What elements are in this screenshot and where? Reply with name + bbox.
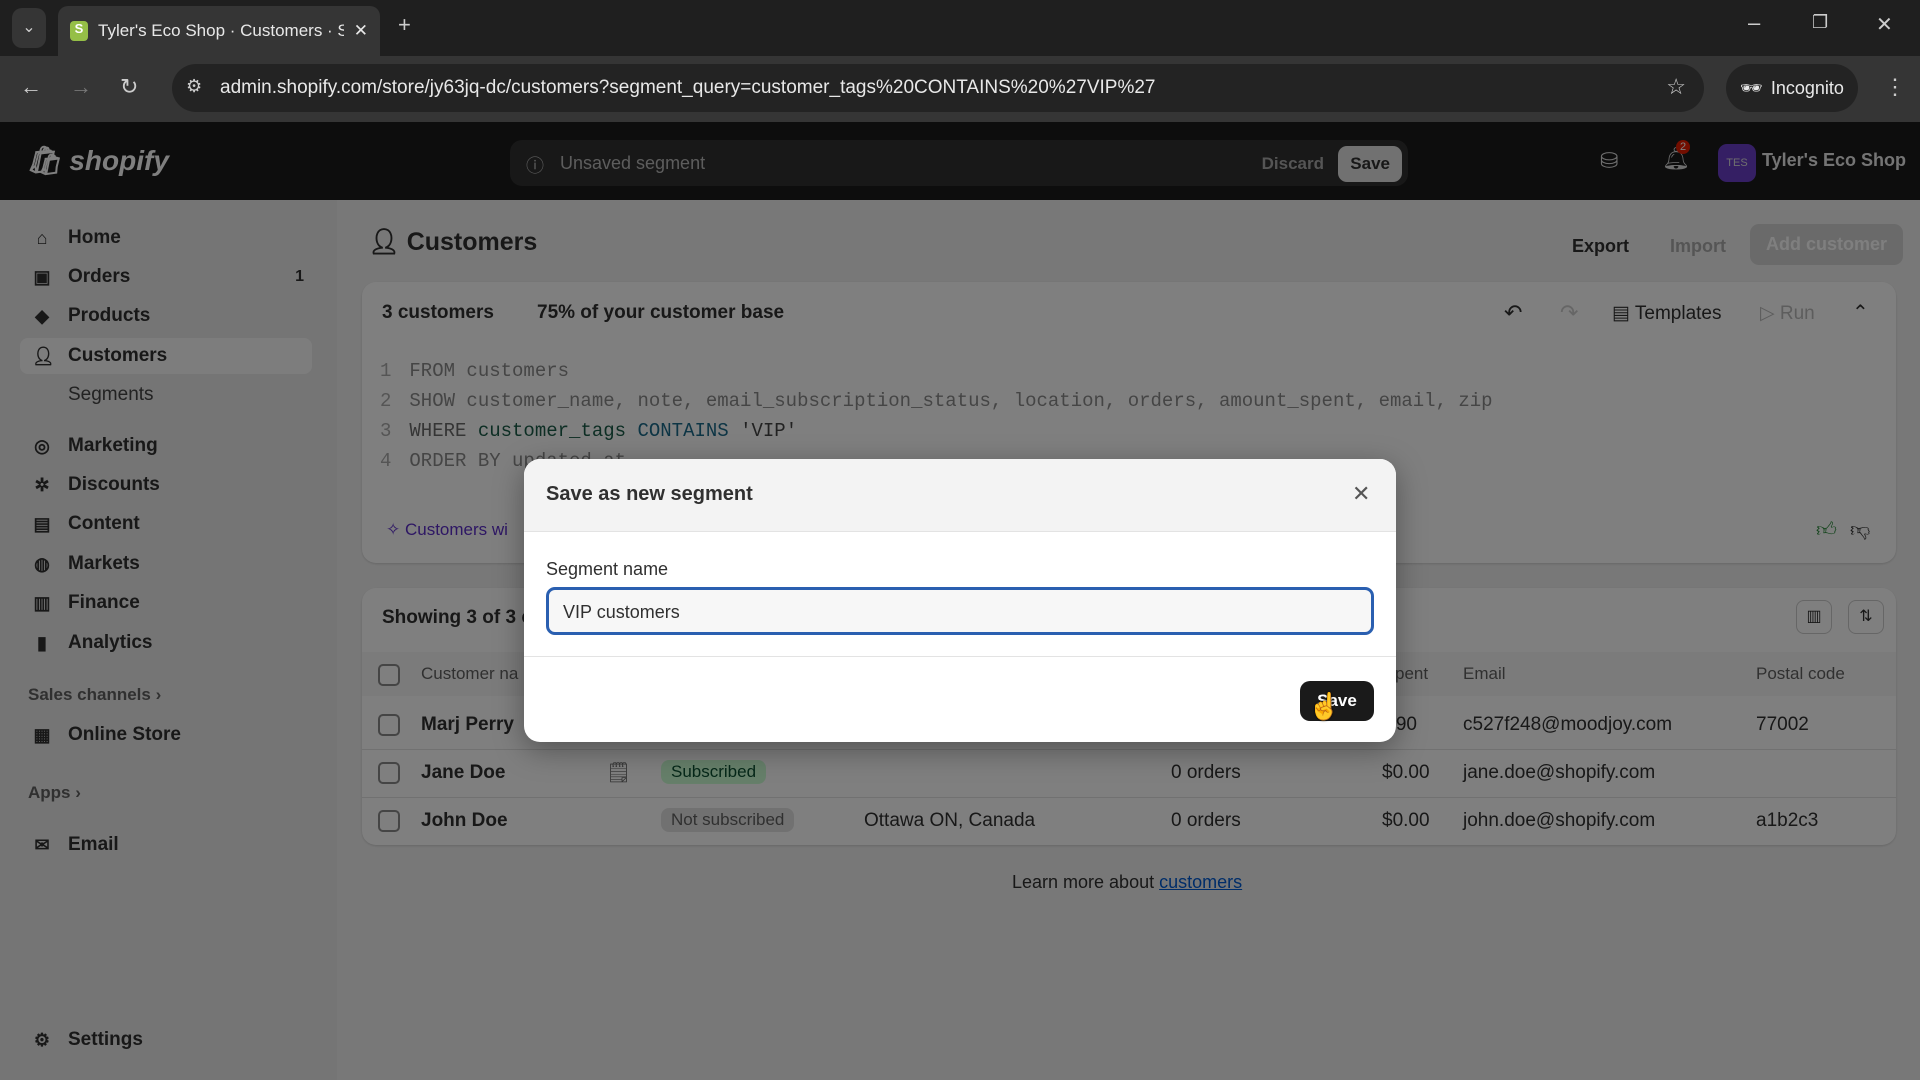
tab-search-button[interactable]: ⌄ bbox=[12, 8, 46, 48]
shopify-favicon-icon: S bbox=[70, 21, 88, 41]
close-icon[interactable]: ✕ bbox=[1352, 481, 1370, 507]
incognito-icon: 🕶 bbox=[1740, 77, 1763, 98]
forward-icon[interactable]: → bbox=[70, 74, 92, 100]
close-window-button[interactable]: ✕ bbox=[1876, 12, 1893, 37]
address-bar-row: ← → ↻ ⚙ admin.shopify.com/store/jy63jq-d… bbox=[0, 56, 1920, 122]
segment-name-input[interactable]: VIP customers bbox=[546, 587, 1374, 635]
tab-title: Tyler's Eco Shop · Customers · S bbox=[98, 21, 344, 40]
url-input[interactable]: ⚙ admin.shopify.com/store/jy63jq-dc/cust… bbox=[172, 64, 1704, 112]
minimize-button[interactable]: – bbox=[1748, 10, 1760, 36]
restore-button[interactable]: ❐ bbox=[1812, 12, 1828, 33]
browser-tab[interactable]: S Tyler's Eco Shop · Customers · S ✕ bbox=[58, 6, 380, 56]
reload-icon[interactable]: ↻ bbox=[120, 74, 138, 100]
site-info-icon[interactable]: ⚙ bbox=[186, 76, 202, 97]
dialog-divider bbox=[524, 656, 1396, 657]
incognito-indicator[interactable]: 🕶 Incognito bbox=[1726, 64, 1858, 112]
browser-menu-icon[interactable]: ⋮ bbox=[1884, 74, 1906, 100]
url-text: admin.shopify.com/store/jy63jq-dc/custom… bbox=[220, 77, 1156, 98]
incognito-label: Incognito bbox=[1770, 77, 1844, 98]
back-icon[interactable]: ← bbox=[20, 74, 42, 100]
new-tab-button[interactable]: + bbox=[398, 12, 411, 38]
dialog-title: Save as new segment bbox=[546, 483, 753, 505]
segment-name-label: Segment name bbox=[546, 559, 669, 579]
save-segment-dialog: Save as new segment ✕ Segment name VIP c… bbox=[524, 459, 1396, 742]
bookmark-star-icon[interactable]: ☆ bbox=[1666, 74, 1686, 100]
browser-tab-bar: ⌄ S Tyler's Eco Shop · Customers · S ✕ +… bbox=[0, 0, 1920, 56]
mouse-pointer-hand-icon: ☝ bbox=[1308, 691, 1341, 721]
close-tab-icon[interactable]: ✕ bbox=[354, 21, 368, 41]
